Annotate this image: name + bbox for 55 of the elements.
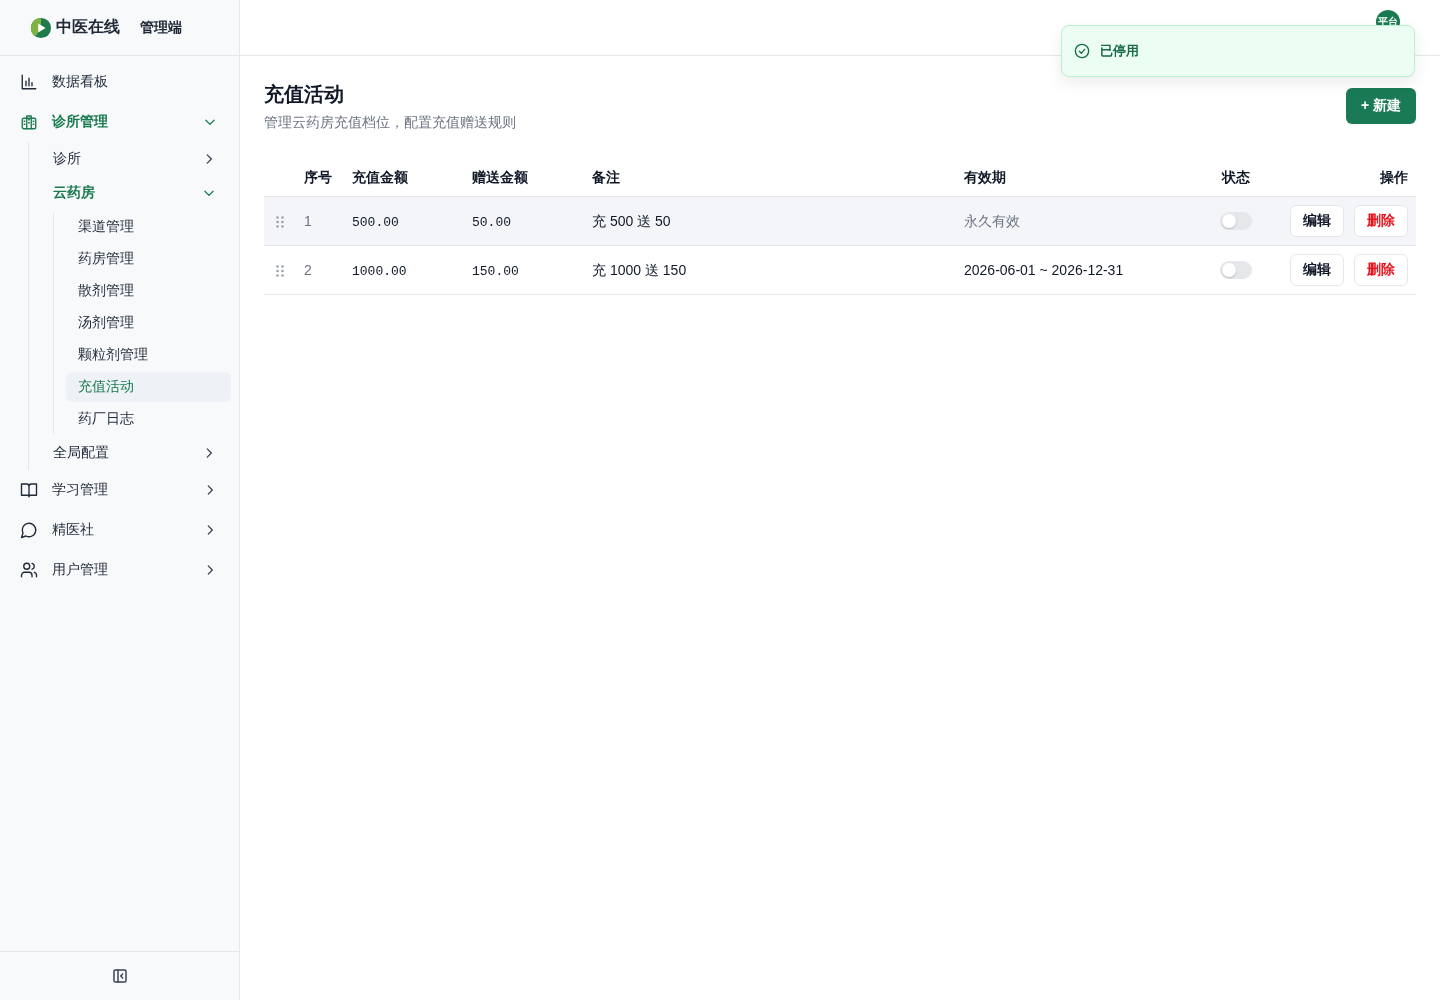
collapse-sidebar-button[interactable] [111,968,128,984]
table-cell: 充 500 送 50 [592,212,671,229]
table-cell: 1 [304,213,312,229]
nav-item[interactable]: 充值活动 [66,372,231,402]
sidebar-collapse-icon [111,968,128,984]
nav-item[interactable]: 全局配置 [29,436,239,470]
toast-message: 已停用 [1100,42,1139,60]
bar-chart-icon [20,73,38,91]
table-cell: 1000.00 [352,264,407,279]
nav-item[interactable]: 云药房 [29,176,239,210]
new-button[interactable]: + 新建 [1345,88,1416,124]
nav-item[interactable]: 散剂管理 [66,276,231,306]
toggle-switch[interactable] [1220,261,1252,280]
column-header: 备注 [592,169,620,185]
column-header: 有效期 [964,169,1006,185]
column-header: 序号 [304,169,332,185]
logo-icon [30,16,52,39]
column-header: 操作 [1380,169,1408,185]
chat-bubble-icon [20,521,38,539]
toggle-switch[interactable] [1220,212,1252,231]
delete-button[interactable]: 删除 [1354,254,1408,286]
table-cell: 2026-06-01 ~ 2026-12-31 [964,262,1124,278]
check-circle-icon [1074,43,1090,59]
edit-button[interactable]: 编辑 [1290,254,1344,286]
nav-item[interactable]: 药房管理 [66,244,231,274]
delete-button[interactable]: 删除 [1354,205,1408,237]
nav-item[interactable]: 诊所 [29,142,239,176]
table-cell: 2 [304,262,312,278]
drag-handle-icon[interactable] [276,264,284,277]
nav-item[interactable]: 学习管理 [0,470,239,510]
table-cell: 50.00 [472,215,511,230]
table-cell: 150.00 [472,264,519,279]
table-cell: 永久有效 [964,212,1020,229]
nav-item[interactable]: 药厂日志 [66,404,231,434]
drag-handle-icon[interactable] [276,215,284,228]
table-cell: 500.00 [352,215,399,230]
nav-item[interactable]: 诊所管理 [0,102,239,142]
nav-item[interactable]: 用户管理 [0,550,239,590]
building-icon [20,113,38,131]
nav-item[interactable]: 精医社 [0,510,239,550]
table-cell: 充 1000 送 150 [592,261,687,278]
brand-name: 中医在线 [56,17,120,37]
nav-item[interactable]: 渠道管理 [66,212,231,242]
column-header: 状态 [1222,169,1250,185]
nav-item[interactable]: 汤剂管理 [66,308,231,338]
brand-subtitle: 管理端 [140,18,182,37]
book-icon [20,481,38,499]
page-title: 充值活动 [264,82,345,107]
users-icon [20,561,38,579]
page-subtitle: 管理云药房充值档位，配置充值赠送规则 [264,113,516,132]
edit-button[interactable]: 编辑 [1290,205,1344,237]
column-header: 赠送金额 [472,169,528,185]
nav-item[interactable]: 颗粒剂管理 [66,340,231,370]
nav-item[interactable]: 数据看板 [0,62,239,102]
column-header: 充值金额 [352,169,408,185]
